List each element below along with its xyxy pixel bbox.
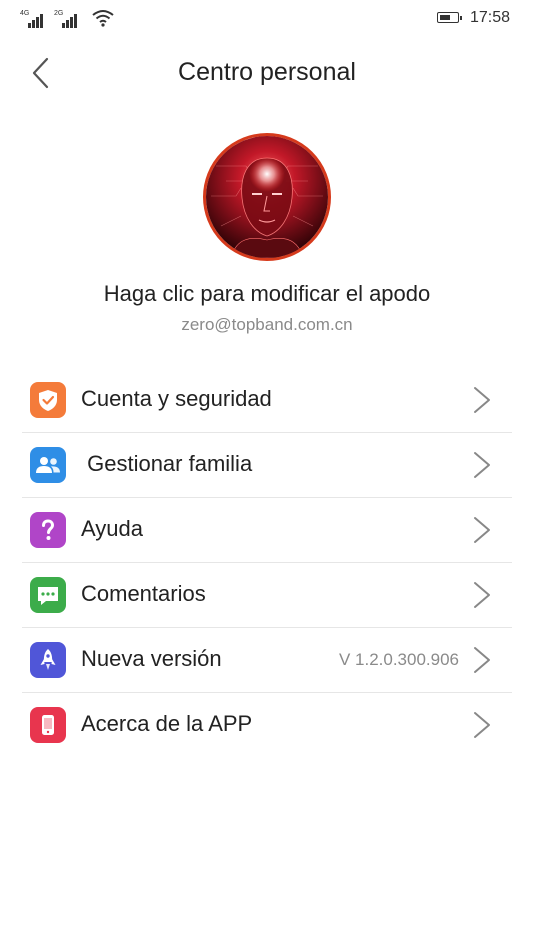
comment-icon xyxy=(30,577,66,613)
avatar-image xyxy=(206,136,328,258)
menu-item-label: Gestionar familia xyxy=(81,451,253,476)
menu-item-label: Acerca de la APP xyxy=(81,711,253,736)
chevron-right-icon xyxy=(474,647,490,673)
account-email: zero@topband.com.cn xyxy=(181,315,353,334)
chevron-right-icon xyxy=(474,517,490,543)
menu-item-label: Nueva versión xyxy=(81,646,222,671)
phone-icon xyxy=(30,707,66,743)
menu-item-new-version[interactable]: Nueva versión V 1.2.0.300.906 xyxy=(22,628,512,693)
menu-item-label: Comentarios xyxy=(81,581,206,606)
app-version: V 1.2.0.300.906 xyxy=(338,650,459,669)
menu-item-label: Cuenta y seguridad xyxy=(81,386,272,411)
nickname-edit[interactable]: Haga clic para modificar el apodo xyxy=(0,281,534,307)
chevron-right-icon xyxy=(474,582,490,608)
page-title: Centro personal xyxy=(178,58,356,86)
menu-item-help[interactable]: Ayuda xyxy=(22,498,512,563)
shield-icon xyxy=(30,382,66,418)
battery-icon xyxy=(437,12,462,23)
wifi-icon xyxy=(92,10,114,27)
chevron-right-icon xyxy=(474,452,490,478)
help-icon xyxy=(30,512,66,548)
settings-menu: Cuenta y seguridad Gestionar familia Ayu… xyxy=(22,368,512,757)
status-bar: 4G 2G 17:58 xyxy=(0,0,534,38)
menu-item-feedback[interactable]: Comentarios xyxy=(22,563,512,628)
menu-item-about-app[interactable]: Acerca de la APP xyxy=(22,693,512,757)
family-icon xyxy=(30,447,66,483)
menu-item-manage-family[interactable]: Gestionar familia xyxy=(22,433,512,498)
status-time: 17:58 xyxy=(470,9,511,26)
rocket-icon xyxy=(30,642,66,678)
chevron-right-icon xyxy=(474,712,490,738)
menu-item-label: Ayuda xyxy=(81,516,143,541)
menu-item-account-security[interactable]: Cuenta y seguridad xyxy=(22,368,512,433)
avatar[interactable] xyxy=(203,133,331,261)
chevron-right-icon xyxy=(474,387,490,413)
